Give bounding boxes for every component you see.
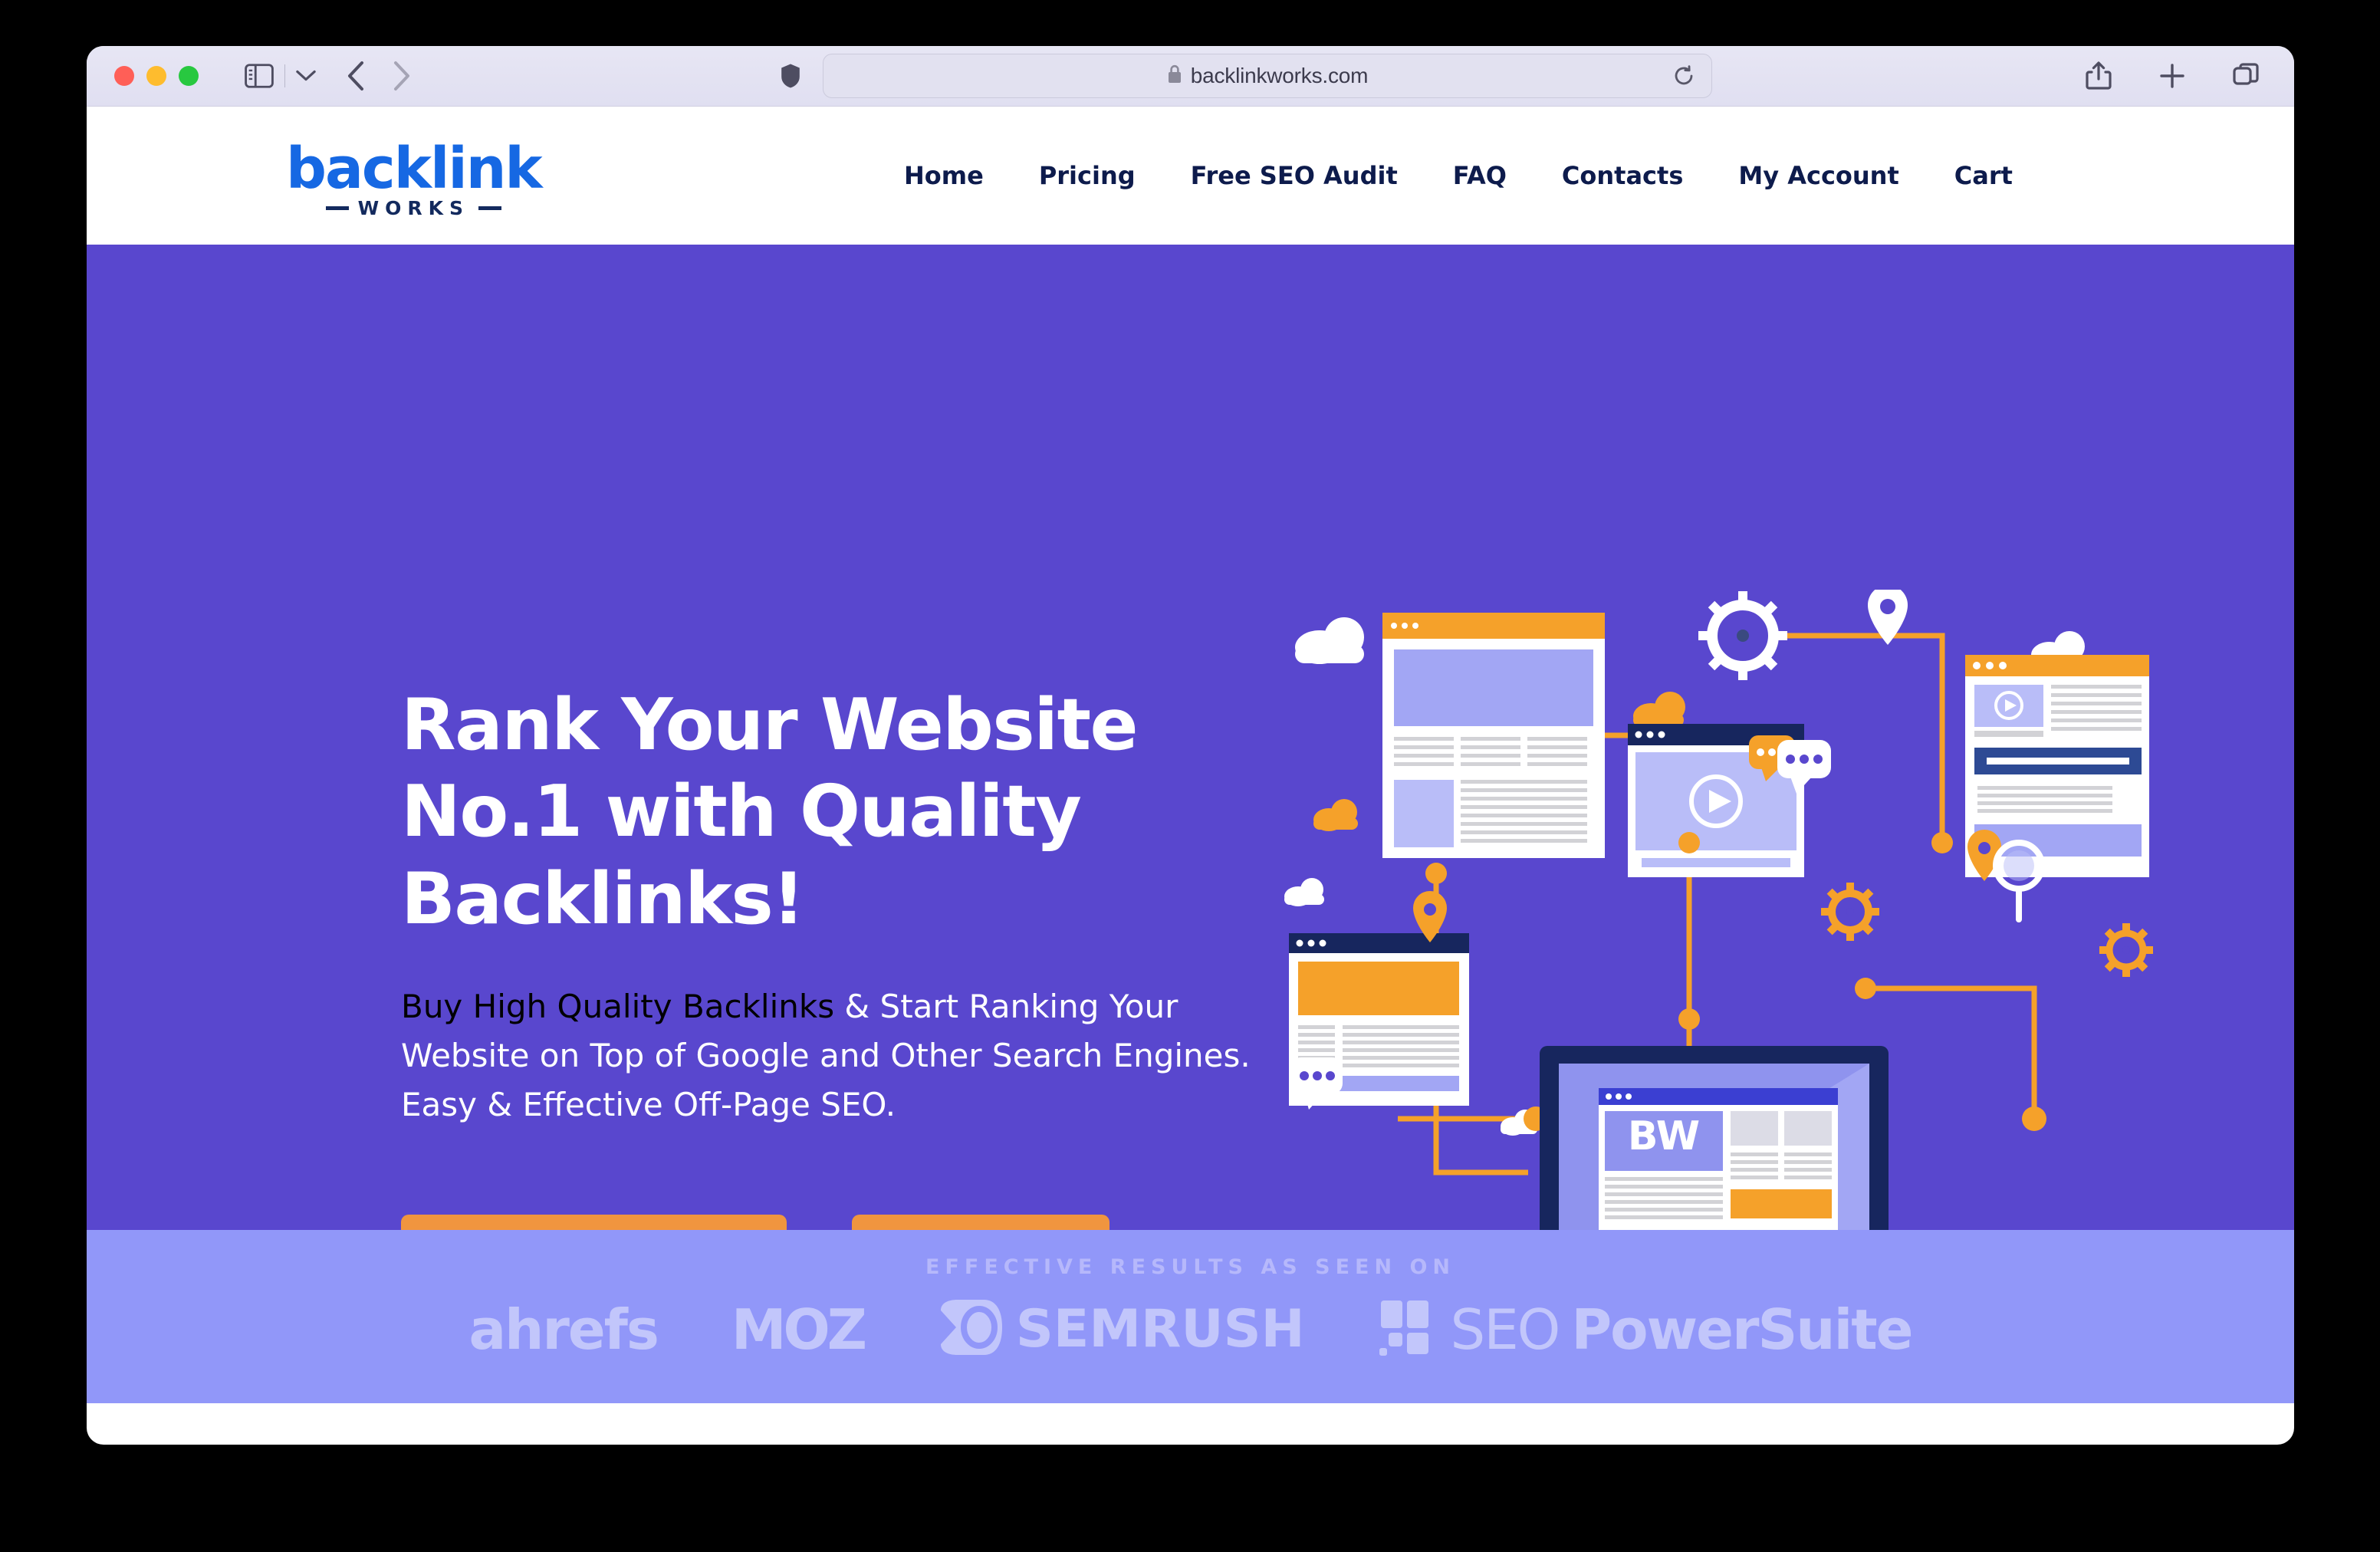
logo-semrush-text: SEMRUSH [1015, 1298, 1305, 1360]
browser-window: backlinkworks.com backlink WORKS Home Pr… [87, 46, 2294, 1445]
logo-seo-powersuite-text-light: SEO [1450, 1297, 1560, 1362]
logo-ahrefs: ahrefs [468, 1297, 659, 1362]
toolbar-actions [2086, 61, 2259, 90]
sidebar-toggle-icon[interactable] [245, 64, 274, 88]
new-tab-button[interactable] [2159, 63, 2185, 89]
hero-section: Rank Your Website No.1 with Quality Back… [87, 245, 2294, 1230]
partner-logos-caption: EFFECTIVE RESULTS AS SEEN ON [925, 1255, 1456, 1279]
hero-subheadline-emphasis: Buy High Quality Backlinks [401, 988, 835, 1026]
see-pricing-button[interactable]: $ $ $ See Pricing [851, 1215, 1110, 1230]
url-display: backlinkworks.com [1167, 64, 1369, 88]
chevron-down-icon[interactable] [296, 69, 316, 83]
traffic-lights [114, 66, 199, 86]
maximize-window-button[interactable] [179, 66, 199, 86]
address-bar[interactable]: backlinkworks.com [823, 54, 1712, 98]
laptop-screen-logo: BW [1628, 1113, 1700, 1159]
forward-button[interactable] [393, 61, 411, 91]
logo-semrush: SEMRUSH [938, 1298, 1305, 1360]
logo-moz: MOZ [731, 1297, 867, 1362]
illustration-gear-top [1698, 591, 1787, 680]
logo-seo-powersuite: SEO PowerSuite [1378, 1297, 1914, 1362]
main-navigation: Home Pricing Free SEO Audit FAQ Contacts… [876, 161, 2040, 190]
site-header: backlink WORKS Home Pricing Free SEO Aud… [87, 107, 2294, 245]
hero-cta-group: About SEO Backlinks $ $ $ [401, 1215, 1110, 1230]
partner-logos-row: ahrefs MOZ SEMRUSH SEO PowerSuite [87, 1297, 2294, 1361]
nav-item-faq[interactable]: FAQ [1425, 161, 1534, 190]
logo-moz-text: MOZ [731, 1297, 867, 1362]
nav-item-my-account[interactable]: My Account [1711, 161, 1926, 190]
hero-headline-line-1: Rank Your Website [401, 683, 1139, 766]
logo-dash-right [478, 206, 502, 211]
nav-item-home[interactable]: Home [876, 161, 1011, 190]
lock-icon [1167, 64, 1182, 88]
logo-ahrefs-text: ahrefs [468, 1297, 659, 1362]
illustration-gear-right [2099, 923, 2153, 977]
url-text: backlinkworks.com [1190, 64, 1369, 87]
logo-subtext-group: WORKS [325, 197, 502, 220]
shield-icon[interactable] [781, 64, 800, 88]
reload-icon[interactable] [1673, 65, 1695, 87]
hero-illustration: .orng { fill: #f5a12a; } .navy { fill: #… [1283, 585, 2203, 1230]
hero-copy: Rank Your Website No.1 with Quality Back… [401, 682, 1252, 1129]
address-bar-container: backlinkworks.com [781, 54, 1712, 98]
toolbar-divider [284, 64, 285, 87]
close-window-button[interactable] [114, 66, 134, 86]
hero-headline-line-2: No.1 with Quality [401, 770, 1082, 853]
logo-seo-powersuite-text-bold: PowerSuite [1571, 1297, 1913, 1362]
share-icon[interactable] [2086, 61, 2112, 90]
nav-item-cart[interactable]: Cart [1927, 161, 2040, 190]
partner-logos-band: EFFECTIVE RESULTS AS SEEN ON ahrefs MOZ … [87, 1230, 2294, 1403]
logo-subtext: WORKS [357, 197, 470, 220]
semrush-mark-icon [938, 1298, 1004, 1360]
browser-toolbar: backlinkworks.com [87, 46, 2294, 107]
hero-headline: Rank Your Website No.1 with Quality Back… [401, 682, 1252, 942]
hero-subheadline: Buy High Quality Backlinks & Start Ranki… [401, 982, 1252, 1129]
site-logo[interactable]: backlink WORKS [286, 136, 543, 220]
illustration-laptop: BW [1540, 1046, 1889, 1230]
illustration-gear-mid [1821, 883, 1879, 941]
back-button[interactable] [347, 61, 365, 91]
illustration-card-topleft [1382, 613, 1605, 858]
nav-item-pricing[interactable]: Pricing [1011, 161, 1163, 190]
nav-item-contacts[interactable]: Contacts [1534, 161, 1711, 190]
about-seo-backlinks-button[interactable]: About SEO Backlinks [401, 1215, 787, 1230]
minimize-window-button[interactable] [146, 66, 166, 86]
tab-overview-icon[interactable] [2233, 63, 2259, 89]
logo-wordmark: backlink [286, 136, 543, 202]
hero-headline-line-3: Backlinks! [401, 857, 805, 940]
nav-item-free-seo-audit[interactable]: Free SEO Audit [1163, 161, 1425, 190]
seo-powersuite-mark-icon [1378, 1297, 1438, 1361]
logo-dash-left [325, 206, 349, 211]
